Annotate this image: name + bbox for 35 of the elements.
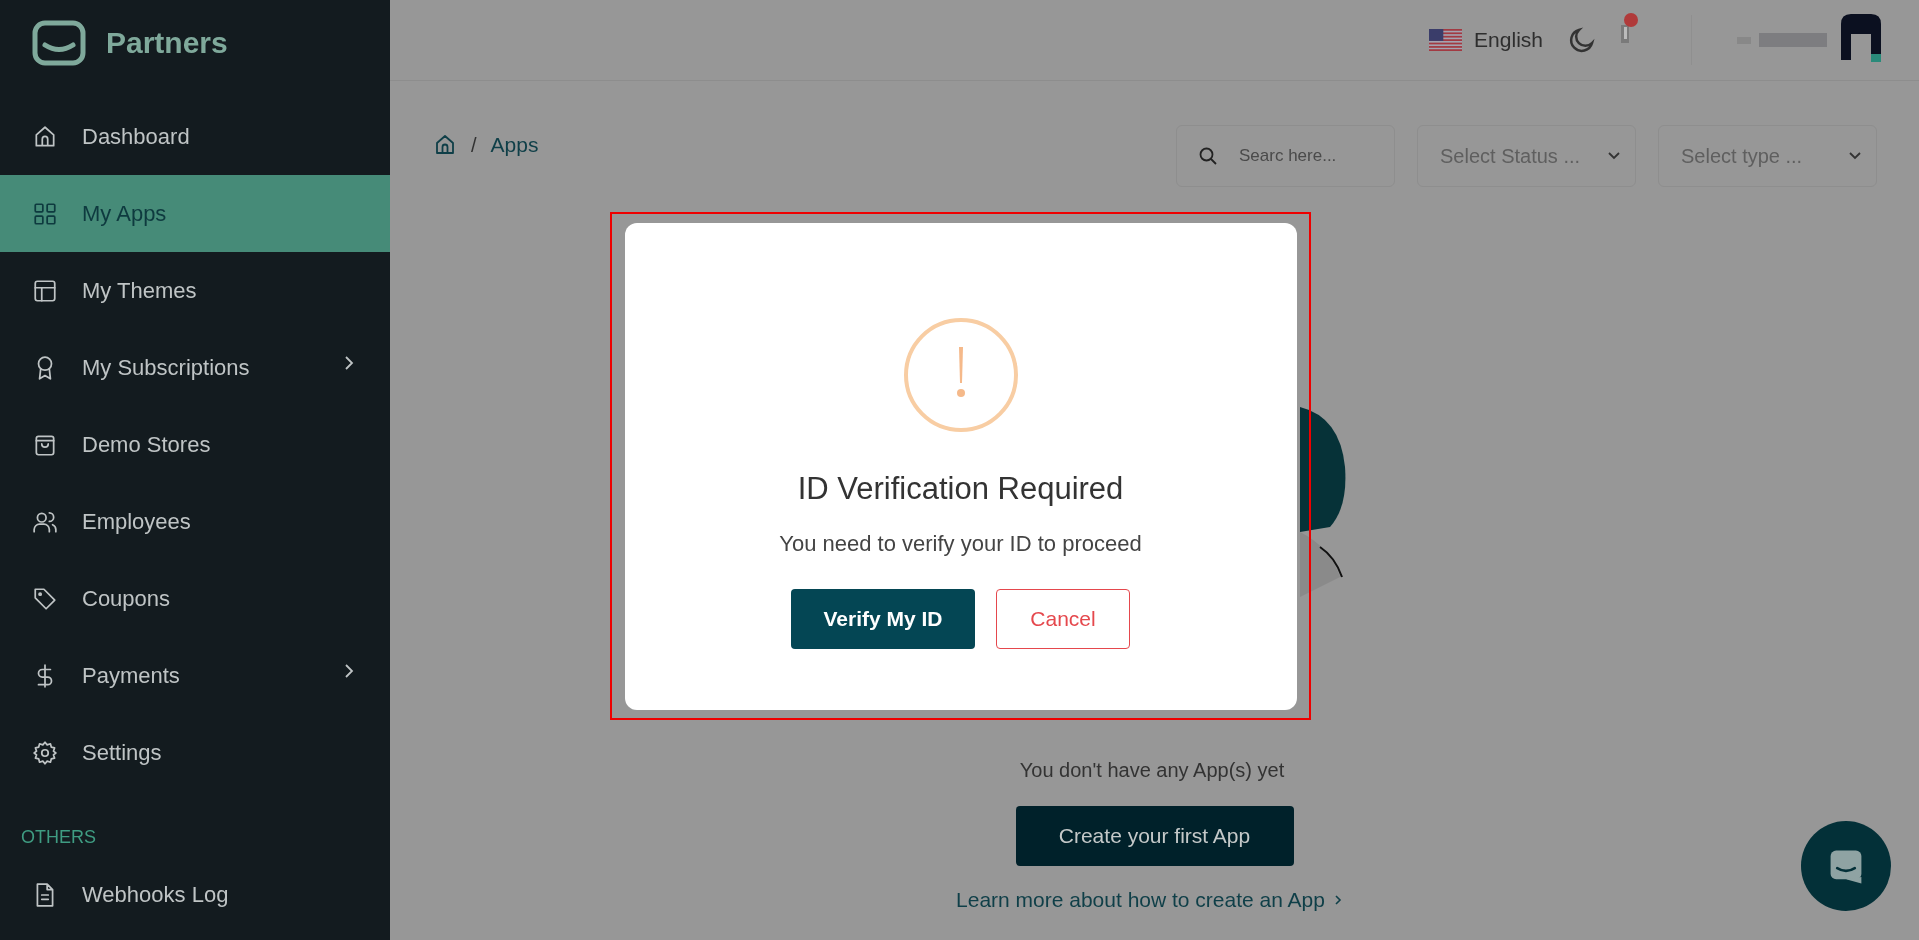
layout-icon — [32, 277, 58, 304]
search-icon — [1198, 146, 1218, 166]
sidebar-item[interactable]: Webhooks Log — [0, 856, 390, 933]
cancel-button[interactable]: Cancel — [996, 588, 1130, 649]
learn-more-link[interactable]: Learn more about how to create an App — [956, 888, 1343, 912]
sidebar-item[interactable]: Employees — [0, 483, 390, 560]
grid-icon — [32, 200, 58, 227]
section-heading: OTHERS — [20, 826, 97, 849]
warning-icon — [902, 316, 1019, 433]
create-app-button[interactable]: Create your first App — [1015, 806, 1294, 866]
sidebar-item[interactable]: My Themes — [0, 252, 390, 329]
sidebar-item[interactable]: Settings — [0, 714, 390, 791]
modal-message: You need to verify your ID to proceed — [779, 530, 1142, 557]
chevron-down-icon — [1848, 151, 1862, 161]
settings-icon — [32, 739, 58, 766]
chevron-right-icon — [1332, 893, 1343, 907]
brand-name: Partners — [106, 26, 228, 60]
modal-title: ID Verification Required — [797, 470, 1124, 507]
sidebar-item[interactable]: My Subscriptions — [0, 329, 390, 406]
logo-icon — [32, 20, 86, 66]
breadcrumb-item[interactable]: Apps — [490, 133, 539, 157]
search-field[interactable]: Searc here... — [1176, 125, 1395, 187]
sidebar-item[interactable]: Coupons — [0, 560, 390, 637]
verify-button[interactable]: Verify My ID — [791, 588, 975, 649]
breadcrumb-separator: / — [471, 133, 477, 157]
sidebar-item[interactable]: Demo Stores — [0, 406, 390, 483]
moon-icon[interactable] — [1567, 25, 1597, 55]
language-selector[interactable]: English — [1474, 28, 1543, 52]
us-flag-icon[interactable] — [1429, 29, 1463, 51]
sidebar-item[interactable]: Payments — [0, 637, 390, 714]
empty-message: You don't have any App(s) yet — [1019, 759, 1285, 782]
sidebar-item[interactable]: Dashboard — [0, 98, 390, 175]
home-icon[interactable] — [433, 133, 457, 157]
chevron-down-icon — [1607, 151, 1621, 161]
tag-icon — [32, 585, 58, 612]
